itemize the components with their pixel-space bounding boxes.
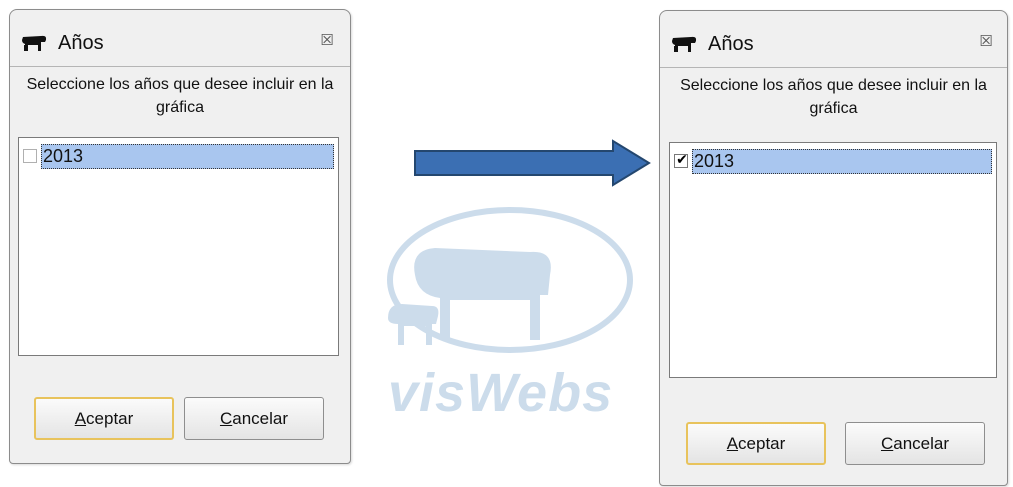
cancel-button[interactable]: Cancelar [845,422,985,465]
years-checklist[interactable]: 2013 [18,137,339,356]
list-item[interactable]: ✔ 2013 [674,149,992,174]
sheep-icon [672,36,697,52]
close-button[interactable]: ☒ [318,31,336,49]
cancel-accelerator: C [219,409,233,428]
accept-label: ceptar [738,434,786,453]
sheep-icon [22,35,47,51]
right-arrow-icon [414,139,651,187]
year-label[interactable]: 2013 [692,149,992,174]
title-bar: Años ☒ [10,10,350,66]
instruction-text: Seleccione los años que desee incluir en… [680,77,987,117]
watermark-text: visWebs [388,363,614,423]
cancel-label: ancelar [893,434,950,453]
watermark: visWebs [380,200,640,440]
list-item[interactable]: 2013 [23,144,334,169]
check-icon: ✔ [676,152,688,168]
year-label[interactable]: 2013 [41,144,334,169]
close-button[interactable]: ☒ [977,32,995,50]
dialog-body: Seleccione los años que desee incluir en… [660,67,1007,485]
cancel-label: ancelar [232,409,289,428]
title-bar: Años ☒ [660,11,1007,67]
dialog-title: Años [58,32,104,54]
instruction-text: Seleccione los años que desee incluir en… [26,76,334,116]
cancel-button[interactable]: Cancelar [184,397,324,440]
years-dialog-after: Años ☒ Seleccione los años que desee inc… [659,10,1008,486]
accept-accelerator: A [726,434,739,453]
watermark-sheep-icon [387,207,633,353]
years-checklist[interactable]: ✔ 2013 [669,142,997,378]
dialog-title: Años [708,33,754,55]
years-dialog-before: Años ☒ Seleccione los años que desee inc… [9,9,351,464]
cancel-accelerator: C [880,434,894,453]
year-checkbox[interactable] [23,149,37,163]
year-checkbox[interactable]: ✔ [674,152,688,168]
accept-button[interactable]: Aceptar [34,397,174,440]
accept-button[interactable]: Aceptar [686,422,826,465]
accept-accelerator: A [74,409,87,428]
accept-label: ceptar [86,409,134,428]
dialog-body: Seleccione los años que desee incluir en… [10,66,350,463]
